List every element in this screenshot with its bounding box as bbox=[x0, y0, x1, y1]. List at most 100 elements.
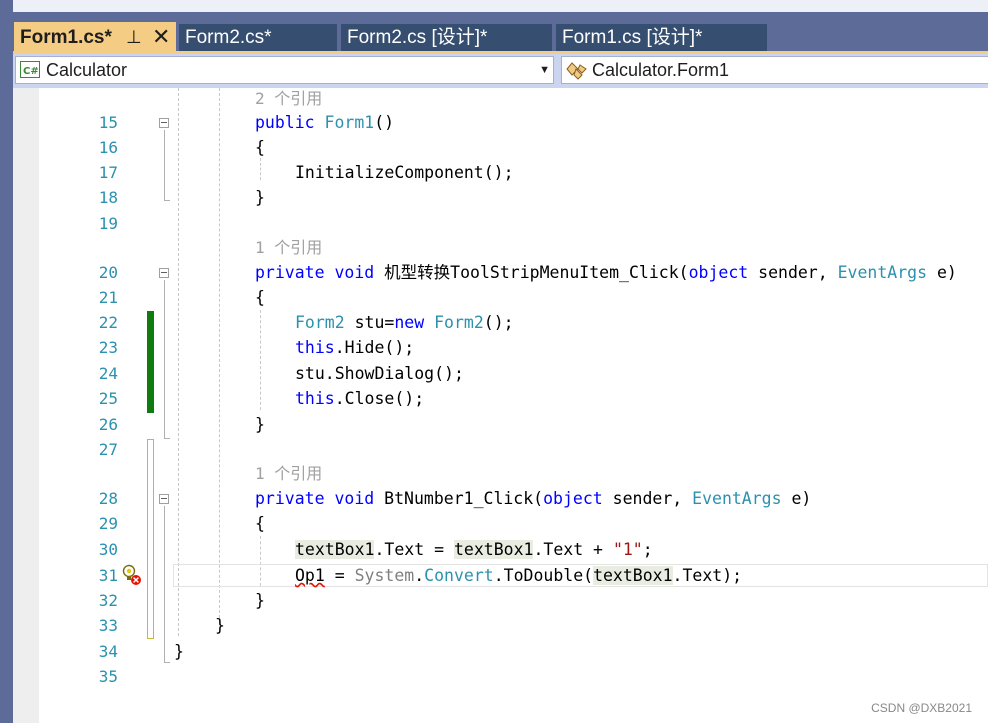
codelens-references[interactable]: 2 个引用 bbox=[255, 86, 322, 111]
code-text: .ToDouble( bbox=[493, 566, 594, 585]
code-line-29: 29 { bbox=[13, 511, 988, 536]
code-text: } bbox=[255, 188, 265, 207]
project-dropdown[interactable]: C# Calculator ▼ bbox=[15, 56, 554, 84]
keyword: public bbox=[255, 113, 315, 132]
close-icon[interactable]: ✕ bbox=[152, 22, 170, 52]
line-number: 33 bbox=[98, 616, 118, 635]
code-text: .Text + bbox=[533, 540, 613, 559]
code-text: .Text); bbox=[672, 566, 743, 585]
code-text: .Hide(); bbox=[334, 338, 415, 357]
code-text: } bbox=[255, 591, 265, 610]
code-text: = bbox=[324, 566, 355, 585]
type-name: Form2 bbox=[434, 313, 484, 332]
code-line-34: 34 } bbox=[13, 639, 988, 664]
line-number: 20 bbox=[98, 263, 118, 282]
code-line-18: 18 } bbox=[13, 185, 988, 210]
collapse-toggle[interactable] bbox=[159, 268, 169, 278]
code-text: . bbox=[414, 566, 425, 585]
line-number: 35 bbox=[98, 667, 118, 686]
keyword: private bbox=[255, 263, 325, 282]
codelens-references[interactable]: 1 个引用 bbox=[255, 235, 322, 260]
code-text: { bbox=[255, 288, 265, 307]
line-number: 32 bbox=[98, 591, 118, 610]
line-number: 25 bbox=[98, 389, 118, 408]
code-text: } bbox=[215, 616, 225, 635]
line-number: 19 bbox=[98, 214, 118, 233]
line-number: 26 bbox=[98, 415, 118, 434]
tab-form2-cs[interactable]: Form2.cs* bbox=[179, 24, 337, 52]
namespace-name: System bbox=[354, 566, 415, 585]
code-line-22: 22 Form2 stu=new Form2(); bbox=[13, 310, 988, 335]
type-name: EventArgs bbox=[692, 489, 782, 508]
tab-form1-design[interactable]: Form1.cs [设计]* bbox=[556, 24, 767, 52]
document-tab-bar: Form1.cs* ⊥ ✕ Form2.cs* Form2.cs [设计]* F… bbox=[13, 12, 988, 53]
code-text: } bbox=[174, 642, 184, 661]
line-number: 23 bbox=[98, 338, 118, 357]
type-dropdown[interactable]: Calculator.Form1 bbox=[561, 56, 988, 84]
line-number: 29 bbox=[98, 514, 118, 533]
code-line-24: 24 stu.ShowDialog(); bbox=[13, 361, 988, 386]
error-identifier[interactable]: Op1 bbox=[295, 566, 325, 585]
lightbulb-error-icon[interactable] bbox=[121, 564, 145, 588]
keyword: object bbox=[543, 489, 603, 508]
code-line-23: 23 this.Hide(); bbox=[13, 335, 988, 360]
line-number: 22 bbox=[98, 313, 118, 332]
code-text: stu= bbox=[344, 313, 395, 332]
class-icon bbox=[566, 62, 587, 80]
watermark: CSDN @DXB2021 bbox=[871, 701, 972, 715]
csharp-project-icon: C# bbox=[20, 61, 40, 78]
code-line-33: 33 } bbox=[13, 613, 988, 638]
type-name: Form1 bbox=[324, 113, 375, 132]
line-number: 21 bbox=[98, 288, 118, 307]
type-label: Calculator.Form1 bbox=[592, 60, 730, 80]
code-text: stu.ShowDialog(); bbox=[295, 364, 464, 383]
line-number: 28 bbox=[98, 489, 118, 508]
keyword: object bbox=[688, 263, 749, 282]
left-tool-strip bbox=[0, 0, 13, 723]
code-line-31: 31 Op1 = System.Convert.ToDouble(textBox… bbox=[13, 563, 988, 588]
line-number: 24 bbox=[98, 364, 118, 383]
code-line-17: 17 InitializeComponent(); bbox=[13, 160, 988, 185]
line-number: 31 bbox=[98, 566, 118, 585]
line-number: 30 bbox=[98, 540, 118, 559]
code-line-30: 30 textBox1.Text = textBox1.Text + "1"; bbox=[13, 537, 988, 562]
tab-label: Form2.cs* bbox=[185, 27, 272, 48]
code-text: e) bbox=[927, 263, 957, 282]
navigation-bar: C# Calculator ▼ Calculator.Form1 bbox=[13, 54, 988, 88]
keyword: private bbox=[255, 489, 325, 508]
keyword: void bbox=[334, 263, 375, 282]
code-text: () bbox=[374, 113, 395, 132]
line-number: 17 bbox=[98, 163, 118, 182]
code-line-21: 21 { bbox=[13, 285, 988, 310]
tab-form2-design[interactable]: Form2.cs [设计]* bbox=[341, 24, 552, 52]
svg-text:C#: C# bbox=[23, 66, 39, 77]
code-line-28: 28 private void BtNumber1_Click(object s… bbox=[13, 486, 988, 511]
tab-label: Form1.cs [设计]* bbox=[562, 27, 703, 48]
pin-icon[interactable]: ⊥ bbox=[126, 22, 142, 53]
code-text: } bbox=[255, 415, 265, 434]
line-number: 27 bbox=[98, 440, 118, 459]
type-name: EventArgs bbox=[837, 263, 928, 282]
codelens-references[interactable]: 1 个引用 bbox=[255, 461, 322, 486]
code-editor[interactable]: 2 个引用 1 个引用 1 个引用 15 public Form1() 16 {… bbox=[13, 88, 988, 723]
code-line-15: 15 public Form1() bbox=[13, 110, 988, 135]
identifier-highlight: textBox1 bbox=[593, 566, 673, 585]
project-label: Calculator bbox=[46, 60, 128, 80]
collapse-toggle[interactable] bbox=[159, 494, 169, 504]
code-text: .Close(); bbox=[334, 389, 425, 408]
keyword: this bbox=[295, 338, 335, 357]
code-text: { bbox=[255, 138, 265, 157]
code-line-16: 16 { bbox=[13, 135, 988, 160]
type-name: Form2 bbox=[295, 313, 345, 332]
identifier-highlight: textBox1 bbox=[295, 540, 375, 559]
tab-form1-cs[interactable]: Form1.cs* ⊥ ✕ bbox=[14, 22, 176, 53]
line-number: 15 bbox=[98, 113, 118, 132]
window-top-strip bbox=[0, 0, 988, 12]
line-number: 18 bbox=[98, 188, 118, 207]
line-number: 34 bbox=[98, 642, 118, 661]
identifier-highlight: textBox1 bbox=[453, 540, 534, 559]
code-line-26: 26 } bbox=[13, 412, 988, 437]
tab-label: Form2.cs [设计]* bbox=[347, 27, 488, 48]
collapse-toggle[interactable] bbox=[159, 118, 169, 128]
code-line-20: 20 private void 机型转换ToolStripMenuItem_Cl… bbox=[13, 260, 988, 285]
